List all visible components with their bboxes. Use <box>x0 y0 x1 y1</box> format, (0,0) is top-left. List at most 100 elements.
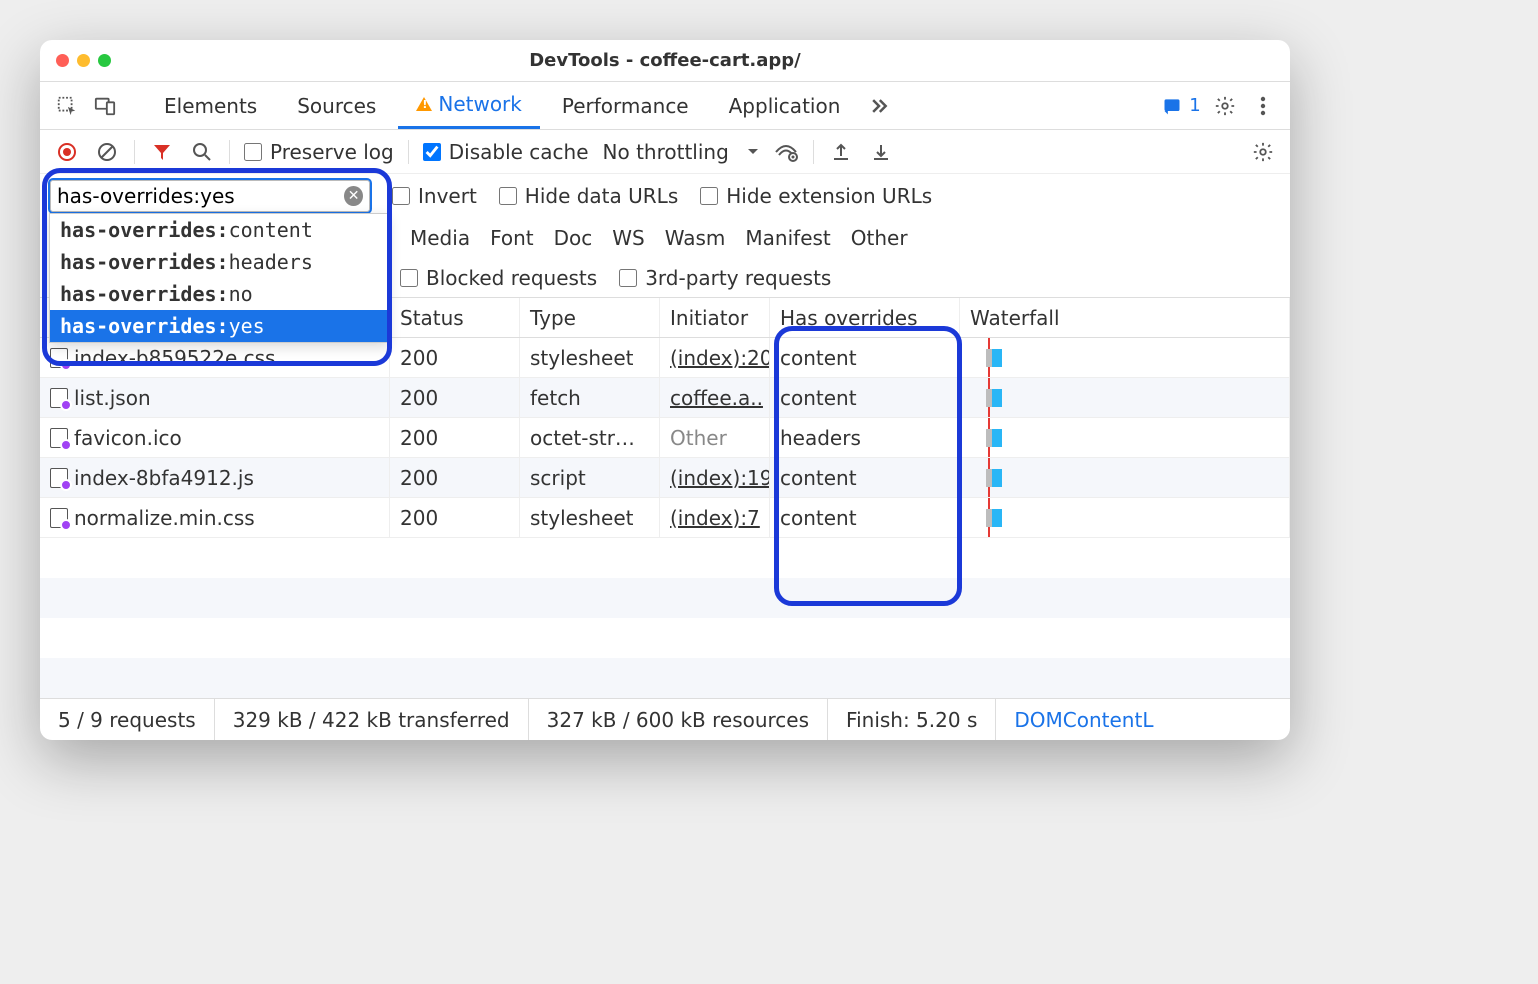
device-toolbar-icon[interactable] <box>88 89 122 123</box>
cell-waterfall <box>960 458 1290 497</box>
type-filter[interactable]: Wasm <box>665 226 726 250</box>
status-resources: 327 kB / 600 kB resources <box>529 699 828 740</box>
clear-filter-icon[interactable]: ✕ <box>344 186 363 206</box>
record-button[interactable] <box>54 139 80 165</box>
inspect-icon[interactable] <box>50 89 84 123</box>
preserve-log-label: Preserve log <box>270 140 394 164</box>
cell-status: 200 <box>390 418 520 457</box>
cell-status: 200 <box>390 498 520 537</box>
hide-extension-urls-checkbox[interactable]: Hide extension URLs <box>700 184 932 208</box>
file-override-icon <box>50 508 68 528</box>
cell-status: 200 <box>390 458 520 497</box>
zoom-window-button[interactable] <box>98 54 111 67</box>
type-filter[interactable]: Other <box>851 226 908 250</box>
type-filter[interactable]: WS <box>612 226 644 250</box>
file-override-icon <box>50 388 68 408</box>
suggestion-item-selected[interactable]: has-overrides:yes <box>50 310 388 342</box>
column-has-overrides[interactable]: Has overrides <box>770 298 960 337</box>
cell-type: fetch <box>520 378 660 417</box>
warning-icon <box>416 97 432 111</box>
tab-performance[interactable]: Performance <box>544 82 707 129</box>
cell-initiator[interactable]: coffee.a.. <box>660 378 770 417</box>
cell-type: script <box>520 458 660 497</box>
filter-icon[interactable] <box>149 139 175 165</box>
cell-name: list.json <box>40 378 390 417</box>
table-row[interactable]: index-8bfa4912.js200script(index):19cont… <box>40 458 1290 498</box>
window-title: DevTools - coffee-cart.app/ <box>56 50 1274 71</box>
type-filter[interactable]: Font <box>490 226 534 250</box>
file-override-icon <box>50 428 68 448</box>
status-transferred: 329 kB / 422 kB transferred <box>215 699 529 740</box>
filter-input[interactable] <box>57 184 344 208</box>
download-icon[interactable] <box>868 139 894 165</box>
divider <box>813 140 814 164</box>
disable-cache-checkbox[interactable]: Disable cache <box>423 140 589 164</box>
tab-application[interactable]: Application <box>711 82 859 129</box>
type-filter[interactable]: Doc <box>554 226 593 250</box>
clear-button[interactable] <box>94 139 120 165</box>
main-tabs: Elements Sources Network Performance App… <box>40 82 1290 130</box>
throttling-select[interactable]: No throttling <box>603 140 759 164</box>
panel-settings-icon[interactable] <box>1250 139 1276 165</box>
search-icon[interactable] <box>189 139 215 165</box>
suggestion-item[interactable]: has-overrides:content <box>50 214 388 246</box>
column-initiator[interactable]: Initiator <box>660 298 770 337</box>
table-row[interactable]: list.json200fetchcoffee.a..content <box>40 378 1290 418</box>
type-filter[interactable]: Media <box>410 226 470 250</box>
issues-button[interactable]: 1 <box>1162 89 1204 123</box>
filter-suggestions: has-overrides:content has-overrides:head… <box>49 213 389 343</box>
suggestion-item[interactable]: has-overrides:headers <box>50 246 388 278</box>
column-type[interactable]: Type <box>520 298 660 337</box>
minimize-window-button[interactable] <box>77 54 90 67</box>
table-row[interactable]: index-b859522e.css200stylesheet(index):2… <box>40 338 1290 378</box>
more-menu-icon[interactable] <box>1246 89 1280 123</box>
upload-icon[interactable] <box>828 139 854 165</box>
cell-initiator[interactable]: (index):20 <box>660 338 770 377</box>
blocked-requests-checkbox[interactable]: Blocked requests <box>400 266 597 290</box>
table-row[interactable]: favicon.ico200octet-str…Otherheaders <box>40 418 1290 458</box>
cell-status: 200 <box>390 338 520 377</box>
filter-input-wrap[interactable]: ✕ has-overrides:content has-overrides:he… <box>50 180 370 212</box>
cell-name: index-b859522e.css <box>40 338 390 377</box>
tab-sources[interactable]: Sources <box>279 82 394 129</box>
tab-elements[interactable]: Elements <box>146 82 275 129</box>
throttling-value: No throttling <box>603 140 729 164</box>
disable-cache-input[interactable] <box>423 143 441 161</box>
status-bar: 5 / 9 requests 329 kB / 422 kB transferr… <box>40 698 1290 740</box>
column-status[interactable]: Status <box>390 298 520 337</box>
tab-network[interactable]: Network <box>398 82 540 129</box>
cell-type: octet-str… <box>520 418 660 457</box>
status-finish: Finish: 5.20 s <box>828 699 996 740</box>
divider <box>408 140 409 164</box>
cell-waterfall <box>960 498 1290 537</box>
hide-data-urls-checkbox[interactable]: Hide data URLs <box>499 184 678 208</box>
settings-icon[interactable] <box>1208 89 1242 123</box>
divider <box>229 140 230 164</box>
divider <box>134 140 135 164</box>
invert-checkbox[interactable]: Invert <box>392 184 477 208</box>
type-filter[interactable]: Manifest <box>745 226 830 250</box>
suggestion-item[interactable]: has-overrides:no <box>50 278 388 310</box>
cell-initiator[interactable]: (index):19 <box>660 458 770 497</box>
cell-overrides: content <box>770 338 960 377</box>
close-window-button[interactable] <box>56 54 69 67</box>
preserve-log-input[interactable] <box>244 143 262 161</box>
preserve-log-checkbox[interactable]: Preserve log <box>244 140 394 164</box>
cell-name: favicon.ico <box>40 418 390 457</box>
cell-name: normalize.min.css <box>40 498 390 537</box>
network-conditions-icon[interactable] <box>773 139 799 165</box>
network-toolbar: Preserve log Disable cache No throttling <box>40 130 1290 174</box>
column-waterfall[interactable]: Waterfall <box>960 298 1290 337</box>
file-override-icon <box>50 468 68 488</box>
more-tabs-icon[interactable] <box>862 89 896 123</box>
cell-initiator[interactable]: (index):7 <box>660 498 770 537</box>
tab-network-label: Network <box>438 92 522 116</box>
cell-status: 200 <box>390 378 520 417</box>
cell-initiator[interactable]: Other <box>660 418 770 457</box>
third-party-checkbox[interactable]: 3rd-party requests <box>619 266 831 290</box>
disable-cache-label: Disable cache <box>449 140 589 164</box>
cell-waterfall <box>960 378 1290 417</box>
cell-type: stylesheet <box>520 338 660 377</box>
cell-overrides: headers <box>770 418 960 457</box>
table-row[interactable]: normalize.min.css200stylesheet(index):7c… <box>40 498 1290 538</box>
